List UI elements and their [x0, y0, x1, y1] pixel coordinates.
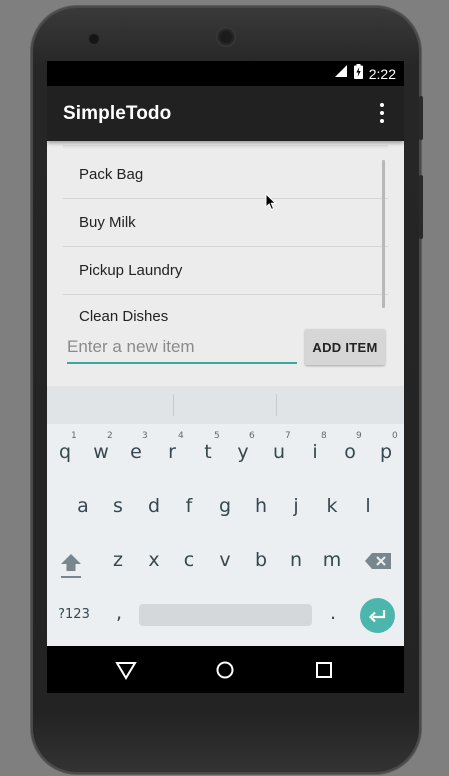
key-a[interactable]: a [73, 495, 93, 517]
key-y[interactable]: y [233, 441, 253, 463]
earpiece-speaker [217, 28, 235, 46]
key-e[interactable]: e [126, 441, 146, 463]
proximity-sensor [346, 38, 352, 44]
app-bar: SimpleTodo [47, 86, 404, 141]
key-hint: 0 [392, 431, 398, 441]
key-m[interactable]: m [321, 549, 343, 571]
key-k[interactable]: k [322, 495, 342, 517]
enter-key[interactable] [360, 598, 395, 633]
key-h[interactable]: h [251, 495, 271, 517]
key-hint: 6 [249, 431, 255, 441]
key-r[interactable]: r [162, 441, 182, 463]
key-hint: 5 [214, 431, 220, 441]
recents-icon[interactable] [315, 660, 333, 685]
status-bar: 2:22 [47, 61, 404, 86]
key-hint: 8 [321, 431, 327, 441]
overflow-menu-icon[interactable] [378, 103, 386, 123]
key-q[interactable]: q [55, 441, 75, 463]
light-sensor [358, 38, 364, 44]
new-item-row: ADD ITEM [47, 324, 404, 386]
suggestion-strip[interactable] [47, 386, 404, 424]
key-x[interactable]: x [143, 549, 165, 571]
key-d[interactable]: d [144, 495, 164, 517]
key-p[interactable]: p [376, 441, 396, 463]
soft-keyboard: q1 w2 e3 r4 t5 y6 u7 i8 o9 p0 asdfghjkl zxcvbnm ?12… [47, 386, 404, 646]
new-item-input[interactable] [67, 330, 297, 364]
key-i[interactable]: i [305, 441, 325, 463]
list-item-label: Pack Bag [79, 166, 144, 183]
list-scrollbar[interactable] [382, 160, 385, 308]
key-s[interactable]: s [108, 495, 128, 517]
key-t[interactable]: t [198, 441, 218, 463]
add-item-button[interactable]: ADD ITEM [305, 329, 385, 365]
key-hint: 3 [142, 431, 148, 441]
key-u[interactable]: u [269, 441, 289, 463]
key-n[interactable]: n [285, 549, 307, 571]
key-hint: 7 [285, 431, 291, 441]
period-key[interactable]: . [323, 602, 343, 624]
list-item-label: Clean Dishes [79, 308, 169, 324]
key-l[interactable]: l [358, 495, 378, 517]
key-hint: 9 [356, 431, 362, 441]
shift-key[interactable] [57, 549, 85, 581]
key-c[interactable]: c [178, 549, 200, 571]
key-g[interactable]: g [215, 495, 235, 517]
symbols-key[interactable]: ?123 [55, 607, 93, 622]
list-item[interactable]: Buy Milk [63, 199, 388, 247]
key-w[interactable]: w [91, 441, 111, 463]
app-title: SimpleTodo [63, 103, 172, 124]
list-item[interactable]: Pack Bag [63, 151, 388, 199]
todo-list[interactable]: Pack Bag Buy Milk Pickup Laundry Clean D… [63, 151, 388, 324]
device-screen: 2:22 SimpleTodo Pack Bag Buy Milk Pickup… [47, 61, 404, 693]
key-hint: 4 [178, 431, 184, 441]
mouse-cursor-icon [265, 192, 277, 216]
volume-button[interactable] [419, 175, 423, 239]
space-bar[interactable] [139, 604, 312, 626]
key-v[interactable]: v [214, 549, 236, 571]
key-o[interactable]: o [340, 441, 360, 463]
backspace-key[interactable] [363, 549, 395, 573]
power-button[interactable] [419, 96, 423, 140]
key-b[interactable]: b [250, 549, 272, 571]
home-icon[interactable] [215, 660, 235, 685]
list-item-label: Buy Milk [79, 214, 136, 231]
list-item-label: Pickup Laundry [79, 262, 183, 279]
shift-icon [61, 554, 81, 578]
list-item[interactable]: Pickup Laundry [63, 247, 388, 295]
key-j[interactable]: j [286, 495, 306, 517]
enter-icon [368, 609, 385, 622]
status-time: 2:22 [368, 65, 396, 82]
list-top-shadow [63, 145, 388, 149]
key-hint: 2 [107, 431, 113, 441]
list-item[interactable]: Clean Dishes [63, 295, 388, 324]
key-f[interactable]: f [179, 495, 199, 517]
navigation-bar [47, 646, 404, 693]
front-camera [89, 34, 99, 44]
signal-icon [334, 64, 348, 83]
key-hint: 1 [71, 431, 77, 441]
key-z[interactable]: z [107, 549, 129, 571]
battery-charging-icon [353, 63, 363, 84]
back-icon[interactable] [115, 660, 137, 685]
comma-key[interactable]: , [109, 602, 129, 624]
backspace-icon [365, 553, 391, 569]
